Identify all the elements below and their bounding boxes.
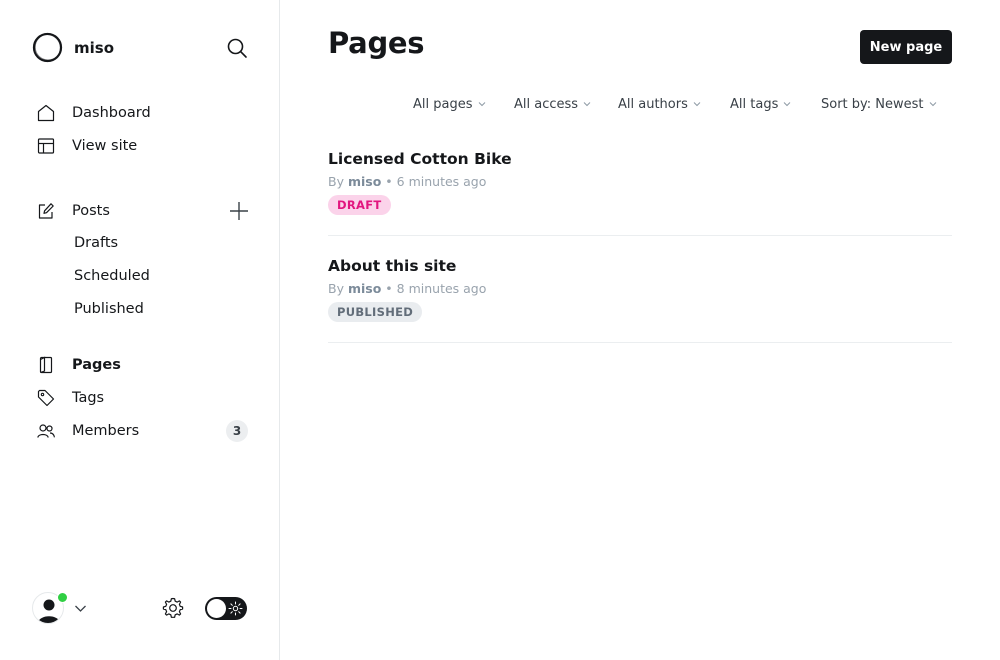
sidebar-item-posts[interactable]: Posts [36, 198, 110, 224]
tag-icon [36, 388, 56, 408]
sidebar-item-scheduled[interactable]: Scheduled [74, 268, 150, 284]
chevron-down-icon [783, 102, 791, 107]
chevron-down-icon [583, 102, 591, 107]
sidebar-item-label: Members [72, 423, 140, 439]
sort-order[interactable]: Sort by: Newest [821, 95, 937, 113]
sidebar-item-label: Posts [72, 203, 110, 219]
filter-tags[interactable]: All tags [730, 95, 791, 113]
list-item[interactable]: Licensed Cotton Bike By miso • 6 minutes… [328, 148, 952, 218]
item-time: • 8 minutes ago [385, 281, 487, 296]
sidebar-item-published[interactable]: Published [74, 301, 144, 317]
filter-access[interactable]: All access [514, 95, 591, 113]
gear-icon[interactable] [161, 596, 185, 620]
item-by: By [328, 174, 344, 189]
status-badge: DRAFT [328, 195, 391, 215]
toggle-knob [207, 599, 226, 618]
add-post-icon[interactable] [228, 200, 250, 222]
site-name: miso [74, 38, 115, 57]
sidebar-item-dashboard[interactable]: Dashboard [36, 100, 151, 126]
filter-authors[interactable]: All authors [618, 95, 701, 113]
members-icon [36, 421, 56, 441]
item-meta: By miso • 6 minutes ago [328, 174, 486, 189]
sidebar-item-label: Pages [72, 357, 121, 373]
filter-access-label: All access [514, 96, 579, 112]
chevron-down-icon [693, 102, 701, 107]
home-icon [36, 103, 56, 123]
item-title: Licensed Cotton Bike [328, 150, 512, 168]
item-by: By [328, 281, 344, 296]
item-title: About this site [328, 257, 457, 275]
sidebar-item-view-site[interactable]: View site [36, 133, 137, 159]
list-item[interactable]: About this site By miso • 8 minutes ago … [328, 255, 952, 325]
chevron-down-icon [75, 605, 86, 612]
page-title: Pages [328, 26, 425, 60]
sidebar-item-tags[interactable]: Tags [36, 385, 104, 411]
sort-order-label: Sort by: Newest [821, 96, 924, 112]
sidebar: miso Dashboard View site Posts Drafts Sc… [0, 0, 280, 660]
divider [328, 342, 952, 343]
layout-icon [36, 136, 56, 156]
status-badge: PUBLISHED [328, 302, 423, 322]
theme-toggle[interactable] [205, 597, 247, 620]
brand[interactable]: miso [32, 32, 114, 63]
filter-authors-label: All authors [618, 96, 688, 112]
sun-icon [228, 601, 243, 616]
filter-type-label: All pages [413, 96, 473, 112]
sidebar-item-drafts[interactable]: Drafts [74, 235, 118, 251]
item-author: miso [347, 174, 382, 189]
online-status-dot [57, 592, 68, 603]
item-author: miso [347, 281, 382, 296]
members-count-badge: 3 [226, 420, 248, 442]
chevron-down-icon [929, 102, 936, 107]
item-time: • 6 minutes ago [385, 174, 487, 189]
sidebar-item-members[interactable]: Members [36, 418, 139, 444]
user-menu[interactable] [32, 592, 88, 624]
item-meta: By miso • 8 minutes ago [328, 281, 486, 296]
page-icon [36, 355, 56, 375]
chevron-down-icon [478, 102, 485, 107]
new-page-button[interactable]: New page [860, 30, 952, 64]
sidebar-item-label: View site [72, 138, 138, 154]
sidebar-item-label: Dashboard [72, 105, 151, 121]
sidebar-item-pages[interactable]: Pages [36, 352, 121, 378]
filter-tags-label: All tags [730, 96, 779, 112]
divider [328, 235, 952, 236]
site-logo-icon [32, 32, 63, 63]
edit-icon [36, 201, 56, 221]
filter-type[interactable]: All pages [413, 95, 486, 113]
sidebar-item-label: Tags [72, 390, 105, 406]
search-icon[interactable] [226, 37, 248, 59]
